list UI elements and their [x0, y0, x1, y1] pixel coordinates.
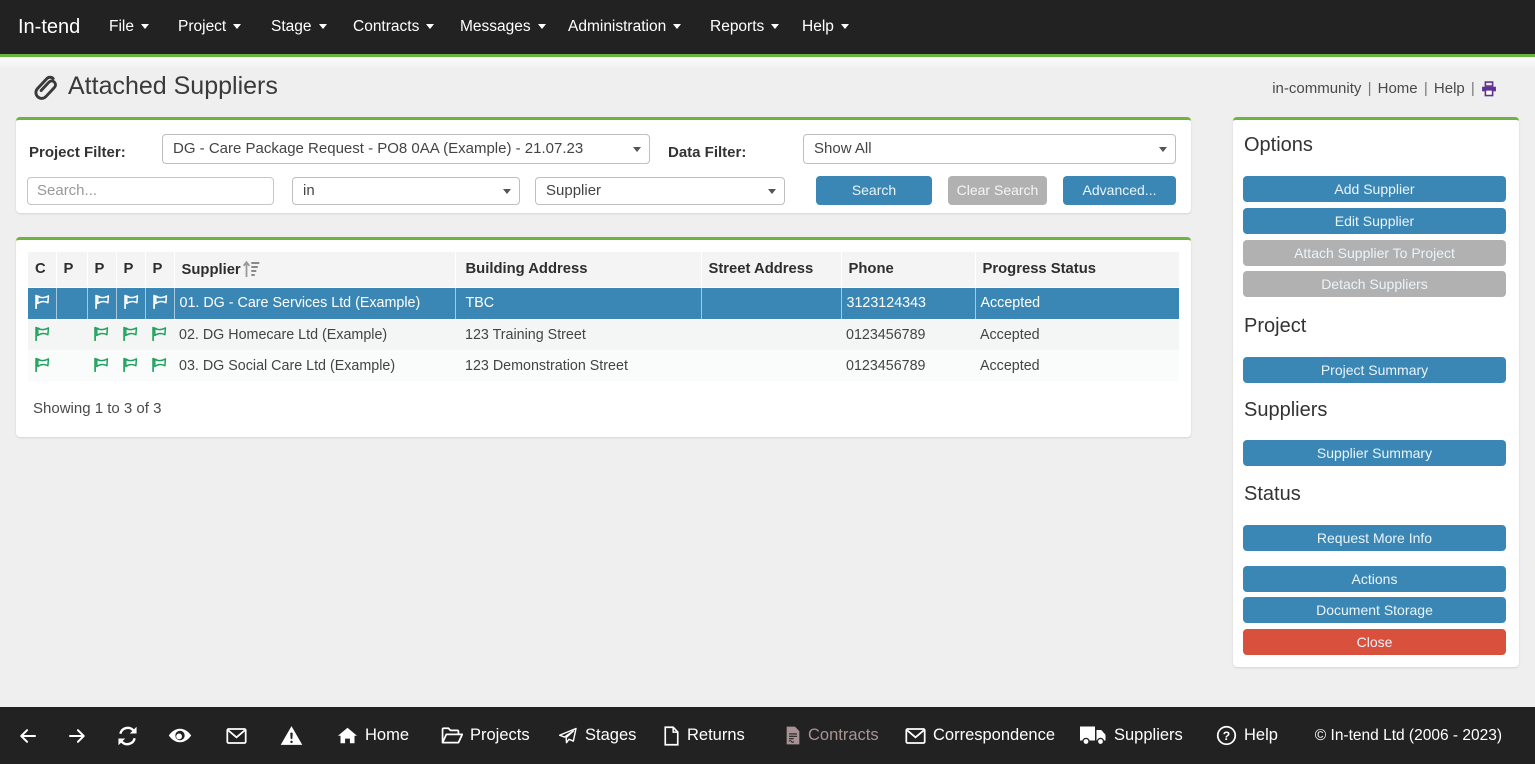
svg-text:?: ? — [1223, 729, 1230, 743]
